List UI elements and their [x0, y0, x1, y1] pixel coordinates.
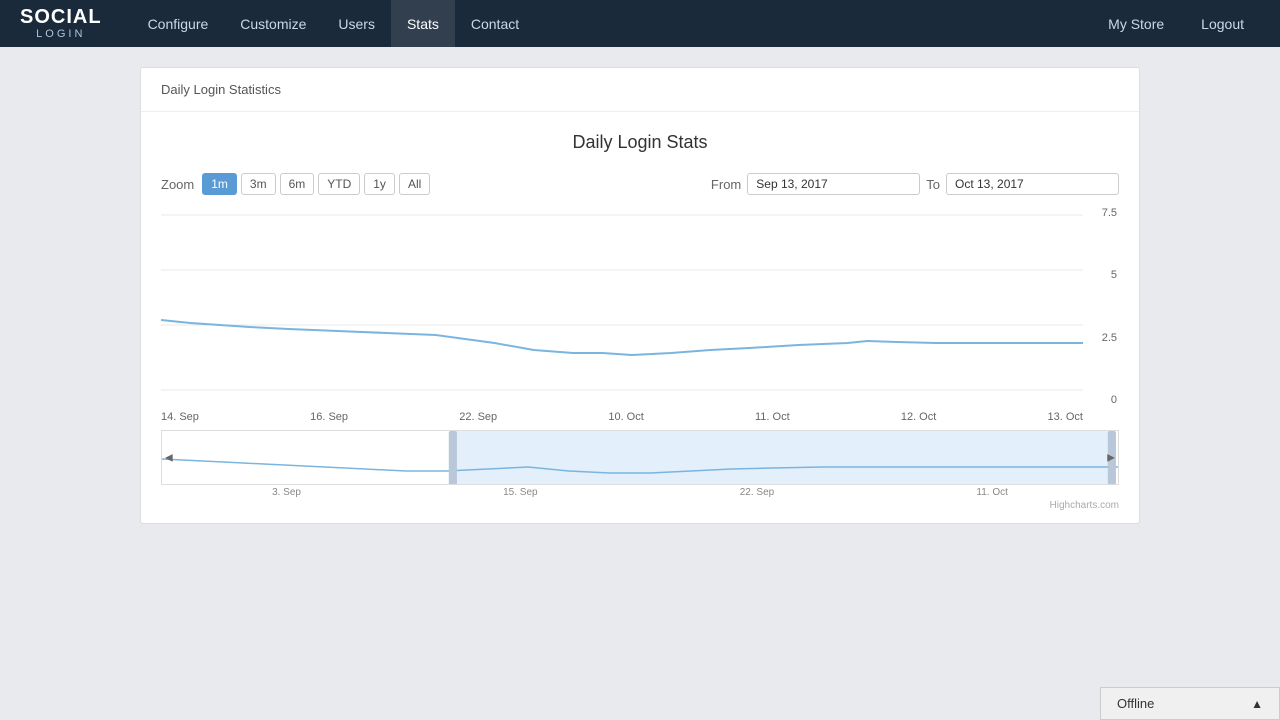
- zoom-all[interactable]: All: [399, 173, 430, 195]
- x-label-0: 14. Sep: [161, 411, 199, 423]
- logo-login: LOGIN: [20, 28, 102, 40]
- main-container: Daily Login Statistics Daily Login Stats…: [140, 67, 1140, 524]
- grid-lines: [161, 215, 1083, 390]
- x-label-1: 16. Sep: [310, 411, 348, 423]
- x-label-2: 22. Sep: [459, 411, 497, 423]
- offline-label: Offline: [1117, 696, 1154, 711]
- chart-container: Daily Login Stats Zoom 1m 3m 6m YTD 1y A…: [141, 112, 1139, 523]
- nav-logout[interactable]: Logout: [1185, 0, 1260, 47]
- navigator-x-labels: 3. Sep 15. Sep 22. Sep 11. Oct: [161, 485, 1119, 498]
- zoom-label: Zoom: [161, 177, 194, 192]
- logo-social: SOCIAL: [20, 6, 102, 28]
- zoom-3m[interactable]: 3m: [241, 173, 276, 195]
- x-label-6: 13. Oct: [1047, 411, 1082, 423]
- logo[interactable]: SOCIAL LOGIN: [20, 6, 102, 40]
- to-date-input[interactable]: [946, 173, 1119, 195]
- chart-title: Daily Login Stats: [161, 132, 1119, 153]
- chart-svg-container: [161, 205, 1083, 408]
- zoom-controls: Zoom 1m 3m 6m YTD 1y All: [161, 173, 430, 195]
- x-label-5: 12. Oct: [901, 411, 936, 423]
- navigator-chart: ◀ ▶: [161, 430, 1119, 485]
- navbar: SOCIAL LOGIN Configure Customize Users S…: [0, 0, 1280, 47]
- nav-x-label-0: 3. Sep: [272, 487, 301, 498]
- page-header: Daily Login Statistics: [141, 68, 1139, 112]
- chart-controls: Zoom 1m 3m 6m YTD 1y All From To: [161, 173, 1119, 195]
- y-label-25: 2.5: [1102, 332, 1117, 344]
- highcharts-credit: Highcharts.com: [161, 498, 1119, 513]
- x-label-3: 10. Oct: [608, 411, 643, 423]
- y-axis: 7.5 5 2.5 0: [1087, 205, 1119, 408]
- nav-links: Configure Customize Users Stats Contact: [132, 0, 1093, 47]
- navigator-svg: [162, 431, 1118, 485]
- from-label: From: [711, 177, 741, 192]
- x-axis: 14. Sep 16. Sep 22. Sep 10. Oct 11. Oct …: [161, 408, 1119, 428]
- x-label-4: 11. Oct: [755, 411, 790, 423]
- navigator-container: ◀ ▶ 3. Sep 15. Sep 22. Sep 11. Oct: [161, 430, 1119, 498]
- date-range: From To: [711, 173, 1119, 195]
- offline-chevron[interactable]: ▲: [1251, 697, 1263, 711]
- to-label: To: [926, 177, 940, 192]
- zoom-1y[interactable]: 1y: [364, 173, 395, 195]
- nav-right: My Store Logout: [1092, 0, 1260, 47]
- y-label-75: 7.5: [1102, 207, 1117, 219]
- nav-contact[interactable]: Contact: [455, 0, 535, 47]
- nav-configure[interactable]: Configure: [132, 0, 225, 47]
- nav-stats[interactable]: Stats: [391, 0, 455, 47]
- breadcrumb: Daily Login Statistics: [161, 82, 281, 97]
- zoom-ytd[interactable]: YTD: [318, 173, 360, 195]
- zoom-1m[interactable]: 1m: [202, 173, 237, 195]
- main-chart-svg: [161, 205, 1083, 405]
- y-label-0: 0: [1111, 394, 1117, 406]
- nav-x-label-1: 15. Sep: [503, 487, 537, 498]
- nav-x-label-2: 22. Sep: [740, 487, 774, 498]
- nav-mystore[interactable]: My Store: [1092, 0, 1180, 47]
- navigator-scroll-left[interactable]: ◀: [162, 450, 176, 465]
- from-date-input[interactable]: [747, 173, 920, 195]
- offline-badge: Offline ▲: [1100, 687, 1280, 720]
- nav-users[interactable]: Users: [322, 0, 391, 47]
- nav-customize[interactable]: Customize: [224, 0, 322, 47]
- y-label-5: 5: [1111, 269, 1117, 281]
- chart-area-wrapper: 7.5 5 2.5 0: [161, 205, 1119, 428]
- highcharts-credit-text: Highcharts.com: [1050, 500, 1119, 511]
- zoom-6m[interactable]: 6m: [280, 173, 315, 195]
- nav-x-label-3: 11. Oct: [976, 487, 1008, 498]
- navigator-scroll-right[interactable]: ▶: [1104, 450, 1118, 465]
